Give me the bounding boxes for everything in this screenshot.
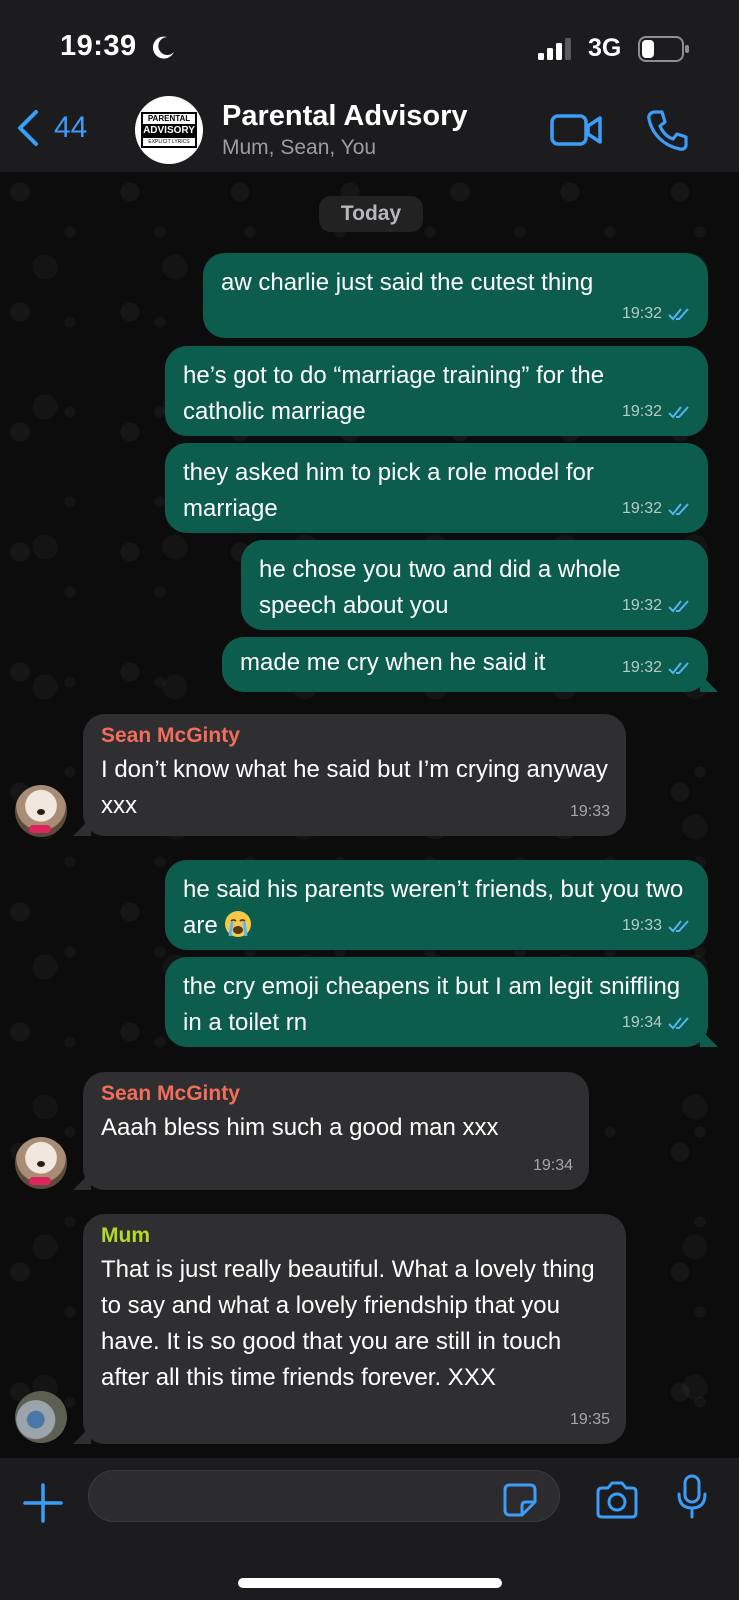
message-bubble-outgoing[interactable]: they asked him to pick a role model for … xyxy=(165,443,708,533)
phone-call-icon[interactable] xyxy=(645,108,689,152)
read-receipt-icon xyxy=(668,600,689,613)
message-text: he’s got to do “marriage training” for t… xyxy=(183,362,605,425)
chat-title[interactable]: Parental Advisory xyxy=(222,100,468,133)
microphone-icon[interactable] xyxy=(676,1474,708,1520)
message-time: 19:35 xyxy=(569,1411,610,1428)
plus-icon[interactable] xyxy=(22,1482,64,1524)
message-time: 19:33 xyxy=(569,803,610,820)
message-bubble-outgoing[interactable]: he chose you two and did a whole speech … xyxy=(241,540,708,630)
message-bubble-outgoing[interactable]: the cry emoji cheapens it but I am legit… xyxy=(165,957,718,1047)
avatar[interactable] xyxy=(15,1391,67,1443)
message-text: they asked him to pick a role model for … xyxy=(183,459,594,522)
sender-name[interactable]: Sean McGinty xyxy=(101,1078,571,1110)
chat-header: 44 PARENTAL ADVISORY EXPLICIT LYRICS Par… xyxy=(0,96,739,172)
message-meta: 19:32 xyxy=(622,394,692,430)
moon-icon xyxy=(152,36,174,59)
camera-icon[interactable] xyxy=(594,1480,640,1520)
status-time: 19:39 xyxy=(60,30,137,62)
status-bar: 19:39 3G xyxy=(0,0,739,96)
message-text: I don’t know what he said but I’m crying… xyxy=(101,756,608,819)
message-time: 19:32 xyxy=(621,403,662,420)
message-bubble-incoming[interactable]: Sean McGinty Aaah bless him such a good … xyxy=(73,1072,589,1190)
message-meta: 19:33 xyxy=(622,908,692,944)
message-meta: 19:35 xyxy=(570,1402,610,1438)
chat-participants[interactable]: Mum, Sean, You xyxy=(222,136,376,160)
message-time: 19:33 xyxy=(621,917,662,934)
message-meta: 19:33 xyxy=(570,794,610,830)
signal-strength-icon xyxy=(538,38,571,60)
message-time: 19:34 xyxy=(532,1157,573,1174)
read-receipt-icon xyxy=(668,1017,689,1030)
avatar[interactable] xyxy=(15,785,67,837)
back-button[interactable]: 44 xyxy=(14,108,87,148)
message-text: aw charlie just said the cutest thing xyxy=(221,269,594,296)
read-receipt-icon xyxy=(668,662,689,675)
message-meta: 19:34 xyxy=(622,1005,692,1041)
message-time: 19:34 xyxy=(621,1014,662,1031)
read-receipt-icon xyxy=(668,503,689,516)
chevron-left-icon xyxy=(18,110,38,146)
avatar[interactable] xyxy=(15,1137,67,1189)
message-time: 19:32 xyxy=(621,305,662,322)
home-indicator[interactable] xyxy=(238,1578,502,1588)
message-text: That is just really beautiful. What a lo… xyxy=(101,1256,595,1391)
parental-advisory-logo: PARENTAL ADVISORY EXPLICIT LYRICS xyxy=(141,112,197,148)
crying-face-emoji-icon xyxy=(225,911,252,937)
message-bubble-outgoing[interactable]: made me cry when he said it 19:32 xyxy=(222,637,718,692)
date-separator: Today xyxy=(319,196,423,232)
message-bubble-outgoing[interactable]: he’s got to do “marriage training” for t… xyxy=(165,346,708,436)
sticker-icon[interactable] xyxy=(502,1482,538,1518)
battery-icon xyxy=(638,36,689,62)
message-meta: 19:32 xyxy=(622,588,692,624)
message-time: 19:32 xyxy=(621,597,662,614)
message-meta: 19:32 xyxy=(622,650,692,686)
message-bubble-incoming[interactable]: Mum That is just really beautiful. What … xyxy=(73,1214,626,1444)
message-bubble-outgoing[interactable]: aw charlie just said the cutest thing 19… xyxy=(203,253,708,338)
message-text: Aaah bless him such a good man xxx xyxy=(101,1114,499,1141)
read-receipt-icon xyxy=(668,308,689,321)
message-input[interactable] xyxy=(88,1470,560,1522)
message-time: 19:32 xyxy=(621,659,662,676)
network-type: 3G xyxy=(588,34,622,62)
message-meta: 19:32 xyxy=(622,491,692,527)
message-text: he said his parents weren’t friends, but… xyxy=(183,876,684,939)
group-avatar[interactable]: PARENTAL ADVISORY EXPLICIT LYRICS xyxy=(135,96,203,164)
message-composer xyxy=(0,1458,739,1600)
unread-count: 44 xyxy=(54,111,88,144)
read-receipt-icon xyxy=(668,920,689,933)
message-meta: 19:32 xyxy=(622,296,692,332)
sender-name[interactable]: Mum xyxy=(101,1220,596,1252)
message-time: 19:32 xyxy=(621,500,662,517)
message-bubble-outgoing[interactable]: he said his parents weren’t friends, but… xyxy=(165,860,708,950)
video-call-icon[interactable] xyxy=(550,110,602,150)
message-bubble-incoming[interactable]: Sean McGinty I don’t know what he said b… xyxy=(73,714,626,836)
message-text: the cry emoji cheapens it but I am legit… xyxy=(183,973,681,1036)
sender-name[interactable]: Sean McGinty xyxy=(101,720,608,752)
message-meta: 19:34 xyxy=(533,1148,573,1184)
read-receipt-icon xyxy=(668,406,689,419)
